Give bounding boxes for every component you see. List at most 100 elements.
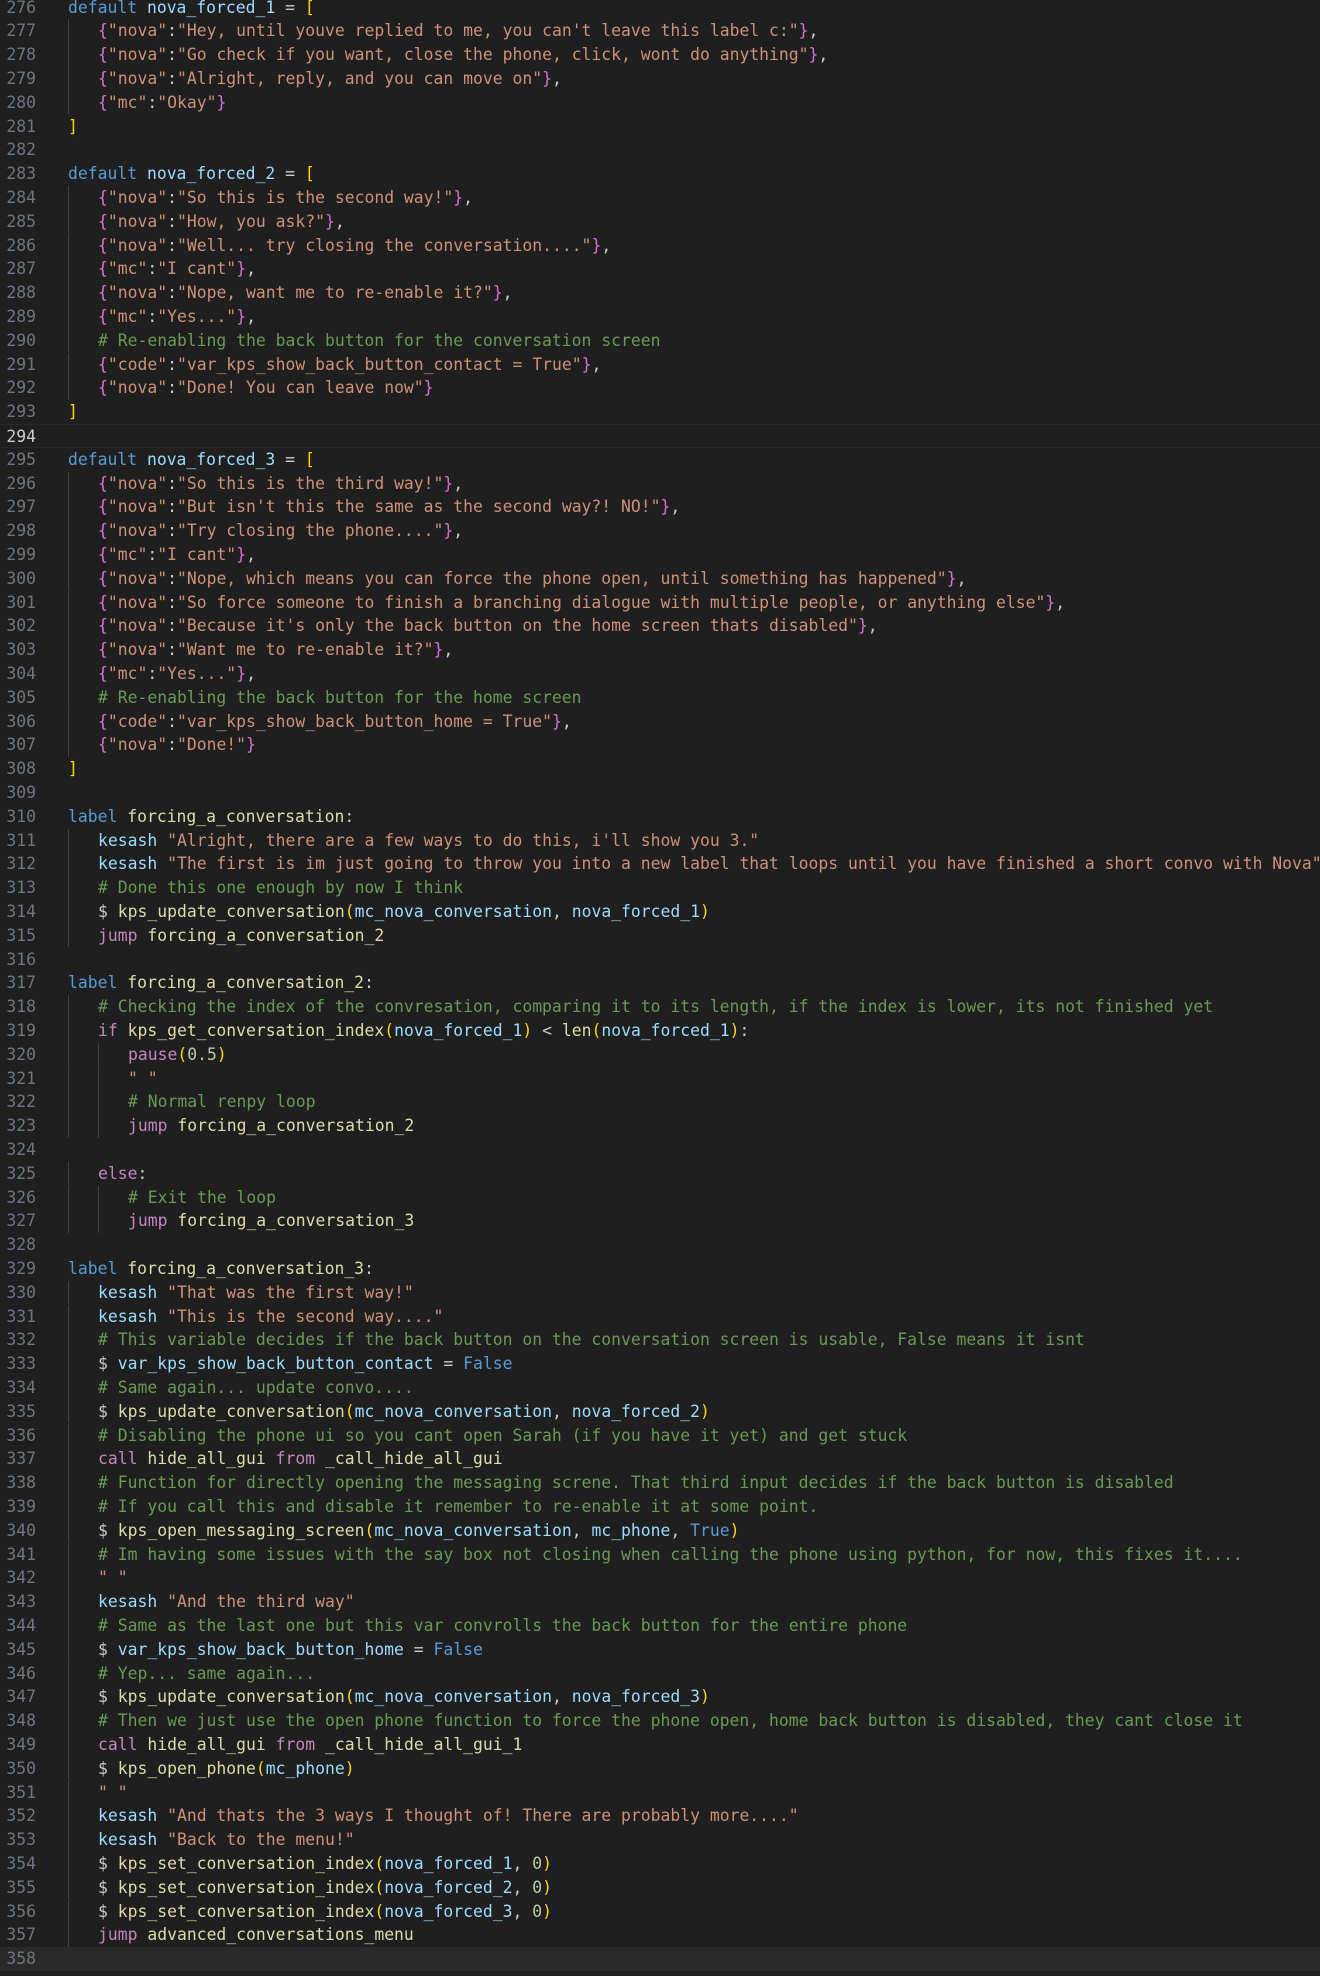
code-line[interactable]: 283 default nova_forced_2 = [	[0, 162, 1320, 186]
code-line[interactable]: 344 # Same as the last one but this var c…	[0, 1613, 1320, 1638]
code-line[interactable]: 346 # Yep... same again...	[0, 1661, 1320, 1686]
token-default	[157, 854, 167, 873]
code-line[interactable]: 307 {"nova":"Done!"}	[0, 733, 1320, 758]
code-line[interactable]: 329 label forcing_a_conversation_3:	[0, 1257, 1320, 1281]
code-line[interactable]: 291 {"code":"var_kps_show_back_button_con…	[0, 352, 1320, 377]
code-line[interactable]: 311 kesash "Alright, there are a few ways…	[0, 828, 1320, 853]
code-editor[interactable]: 276 default nova_forced_1 = [277 {"nova":"…	[0, 0, 1320, 1976]
code-line[interactable]: 288 {"nova":"Nope, want me to re-enable i…	[0, 281, 1320, 305]
code-line[interactable]: 357 jump advanced_conversations_menu	[0, 1923, 1320, 1948]
token-fn: kps_update_conversation	[117, 901, 345, 921]
line-number: 316	[6, 949, 36, 969]
code-line[interactable]: 337 call hide_all_gui from _call_hide_all…	[0, 1447, 1320, 1472]
code-line[interactable]: 305 # Re-enabling the back button for the…	[0, 685, 1320, 710]
token-brk2: {	[98, 68, 108, 88]
code-line[interactable]: 318 # Checking the index of the convresat…	[0, 995, 1320, 1019]
token-brk1: (	[177, 1044, 188, 1064]
code-line[interactable]: 317 label forcing_a_conversation_2:	[0, 971, 1320, 995]
code-line[interactable]: 348 # Then we just use the open phone fun…	[0, 1709, 1320, 1733]
code-line[interactable]: 312 kesash "The first is im just going to…	[0, 852, 1320, 877]
code-line[interactable]: 310 label forcing_a_conversation:	[0, 805, 1320, 829]
code-line[interactable]: 331 kesash "This is the second way...."	[0, 1304, 1320, 1329]
code-line[interactable]: 327 jump forcing_a_conversation_3	[0, 1209, 1320, 1234]
line-content: {"nova":"Done! You can leave now"}	[98, 376, 434, 400]
code-line[interactable]: 302 {"nova":"Because it's only the back b…	[0, 614, 1320, 639]
code-line[interactable]: 281]	[0, 115, 1320, 139]
indent-guide	[68, 1042, 69, 1067]
token-str: "Nope, which means you can force the pho…	[176, 568, 947, 588]
code-line[interactable]: 303 {"nova":"Want me to re-enable it?"},	[0, 638, 1320, 662]
code-line[interactable]: 356 $ kps_set_conversation_index(nova_for…	[0, 1899, 1320, 1924]
code-line[interactable]: 278 {"nova":"Go check if you want, close …	[0, 43, 1320, 67]
token-var: nova_forced_1	[394, 1020, 523, 1040]
indent-guide	[68, 1875, 69, 1900]
code-line[interactable]: 353 kesash "Back to the menu!"	[0, 1828, 1320, 1852]
code-line[interactable]: 290 # Re-enabling the back button for the…	[0, 328, 1320, 353]
code-line[interactable]: 279 {"nova":"Alright, reply, and you can …	[0, 66, 1320, 91]
line-number: 321	[6, 1068, 36, 1088]
code-line[interactable]: 313 # Done this one enough by now I think	[0, 876, 1320, 900]
line-number: 341	[6, 1544, 36, 1564]
code-line[interactable]: 328	[0, 1233, 1320, 1257]
code-line[interactable]: 299 {"mc":"I cant"},	[0, 542, 1320, 567]
code-line[interactable]: 324	[0, 1138, 1320, 1162]
code-line[interactable]: 333 $ var_kps_show_back_button_contact = …	[0, 1352, 1320, 1376]
code-line[interactable]: 343 kesash "And the third way"	[0, 1590, 1320, 1614]
code-line[interactable]: 314 $ kps_update_conversation(mc_nova_con…	[0, 899, 1320, 924]
code-line[interactable]: 282	[0, 138, 1320, 162]
code-line[interactable]: 339 # If you call this and disable it rem…	[0, 1494, 1320, 1519]
code-line[interactable]: 298 {"nova":"Try closing the phone...."},	[0, 519, 1320, 543]
code-line[interactable]: 358	[0, 1947, 1320, 1971]
code-line[interactable]: 352 kesash "And thats the 3 ways I though…	[0, 1804, 1320, 1829]
code-line[interactable]: 294	[0, 423, 1320, 448]
code-line[interactable]: 350 $ kps_open_phone(mc_phone)	[0, 1756, 1320, 1781]
code-line[interactable]: 304 {"mc":"Yes..."},	[0, 661, 1320, 686]
code-line[interactable]: 335 $ kps_update_conversation(mc_nova_con…	[0, 1399, 1320, 1424]
code-line[interactable]: 286 {"nova":"Well... try closing the conv…	[0, 233, 1320, 258]
code-line[interactable]: 334 # Same again... update convo....	[0, 1375, 1320, 1400]
code-line[interactable]: 319 if kps_get_conversation_index(nova_fo…	[0, 1018, 1320, 1043]
code-line[interactable]: 347 $ kps_update_conversation(mc_nova_con…	[0, 1685, 1320, 1710]
code-line[interactable]: 338 # Function for directly opening the m…	[0, 1471, 1320, 1495]
code-line[interactable]: 342 " "	[0, 1566, 1320, 1591]
code-line[interactable]: 341 # Im having some issues with the say …	[0, 1542, 1320, 1567]
code-line[interactable]: 300 {"nova":"Nope, which means you can fo…	[0, 566, 1320, 591]
code-line[interactable]: 301 {"nova":"So force someone to finish a…	[0, 590, 1320, 615]
code-line[interactable]: 309	[0, 781, 1320, 805]
token-default: ,	[246, 663, 256, 683]
token-str: "Nope, want me to re-enable it?"	[176, 283, 493, 303]
code-line[interactable]: 280 {"mc":"Okay"}	[0, 90, 1320, 115]
code-line[interactable]: 284 {"nova":"So this is the second way!"}…	[0, 185, 1320, 210]
code-line[interactable]: 295 default nova_forced_3 = [	[0, 448, 1320, 472]
code-line[interactable]: 340 $ kps_open_messaging_screen(mc_nova_c…	[0, 1518, 1320, 1543]
code-line[interactable]: 289 {"mc":"Yes..."},	[0, 304, 1320, 329]
code-line[interactable]: 345 $ var_kps_show_back_button_home = Fal…	[0, 1637, 1320, 1662]
code-line[interactable]: 332 # This variable decides if the back b…	[0, 1328, 1320, 1353]
token-com: # This variable decides if the back butt…	[98, 1330, 1085, 1350]
code-line[interactable]: 325 else:	[0, 1161, 1320, 1186]
code-line[interactable]: 293]	[0, 400, 1320, 424]
code-line[interactable]: 287 {"mc":"I cant"},	[0, 257, 1320, 282]
code-line[interactable]: 323 jump forcing_a_conversation_2	[0, 1114, 1320, 1138]
code-line[interactable]: 336 # Disabling the phone ui so you cant …	[0, 1423, 1320, 1448]
code-line[interactable]: 330 kesash "That was the first way!"	[0, 1280, 1320, 1305]
token-default: :	[147, 544, 158, 564]
code-line[interactable]: 320 pause(0.5)	[0, 1042, 1320, 1067]
code-line[interactable]: 285 {"nova":"How, you ask?"},	[0, 209, 1320, 234]
code-line[interactable]: 322 # Normal renpy loop	[0, 1090, 1320, 1115]
code-line[interactable]: 297 {"nova":"But isn't this the same as t…	[0, 495, 1320, 520]
code-line[interactable]: 316	[0, 948, 1320, 972]
code-line[interactable]: 296 {"nova":"So this is the third way!"},	[0, 471, 1320, 496]
code-line[interactable]: 355 $ kps_set_conversation_index(nova_for…	[0, 1875, 1320, 1900]
code-line[interactable]: 292 {"nova":"Done! You can leave now"}	[0, 376, 1320, 401]
code-line[interactable]: 277 {"nova":"Hey, until youve replied to …	[0, 19, 1320, 44]
code-line[interactable]: 306 {"code":"var_kps_show_back_button_hom…	[0, 709, 1320, 734]
code-line[interactable]: 308]	[0, 757, 1320, 781]
code-line[interactable]: 349 call hide_all_gui from _call_hide_all…	[0, 1732, 1320, 1757]
code-line[interactable]: 351 " "	[0, 1780, 1320, 1805]
code-line[interactable]: 315 jump forcing_a_conversation_2	[0, 923, 1320, 948]
code-line[interactable]: 321 " "	[0, 1066, 1320, 1091]
code-line[interactable]: 354 $ kps_set_conversation_index(nova_for…	[0, 1851, 1320, 1876]
code-line[interactable]: 326 # Exit the loop	[0, 1185, 1320, 1210]
code-line[interactable]: 276 default nova_forced_1 = [	[0, 0, 1320, 19]
